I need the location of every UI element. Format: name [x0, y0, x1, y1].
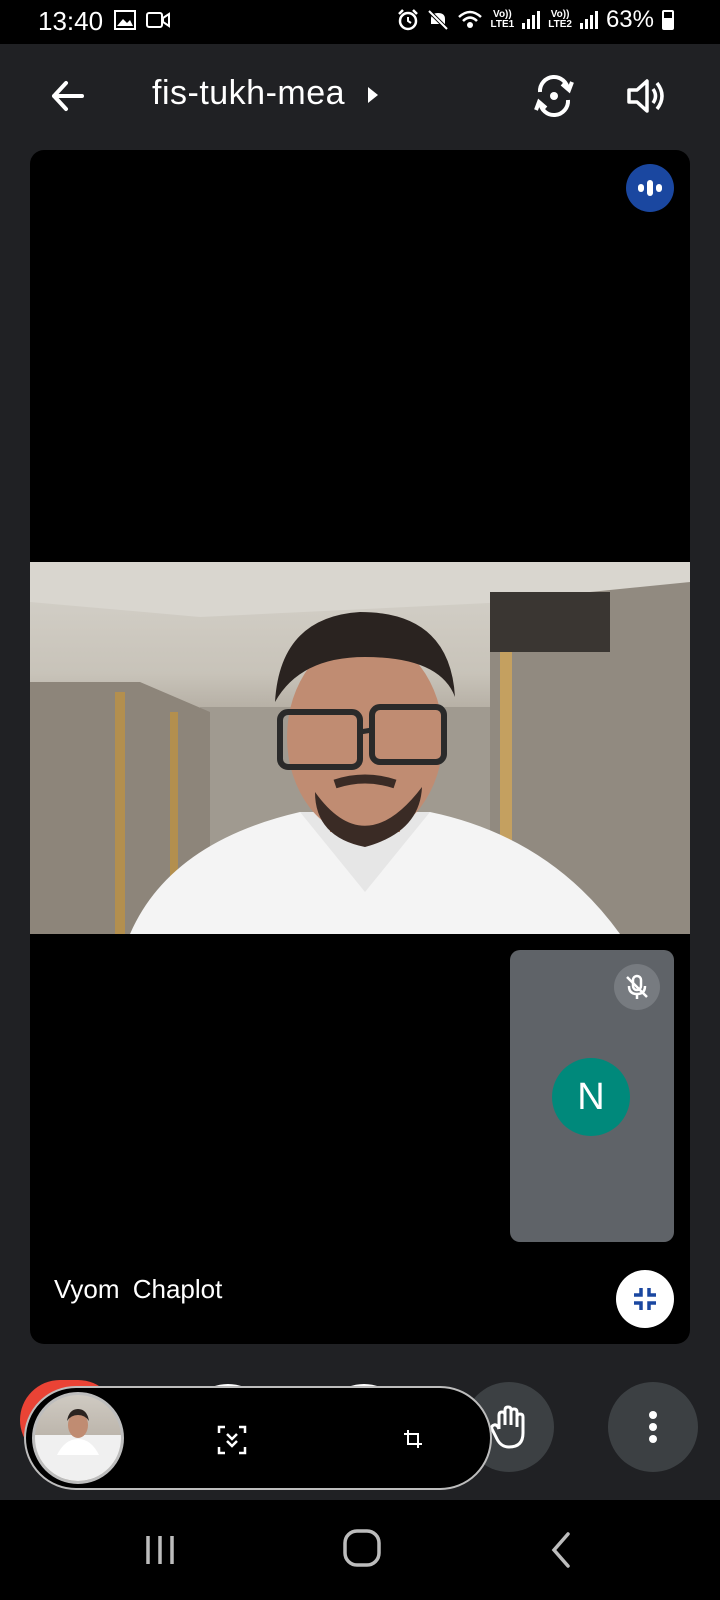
status-bar: 13:40 Vo)) LTE1 Vo)) LTE2 63%: [0, 0, 720, 44]
battery-icon: [662, 10, 674, 30]
sim2-label: Vo)) LTE2: [548, 9, 572, 30]
self-video-tile[interactable]: N: [510, 950, 674, 1242]
battery-percent: 63%: [605, 6, 654, 33]
meeting-code[interactable]: fis-tukh-mea: [152, 74, 345, 113]
sim1-label: Vo)) LTE1: [490, 9, 515, 30]
home-icon[interactable]: [340, 1526, 384, 1570]
signal-icon-2: [579, 11, 598, 29]
crop-icon[interactable]: [402, 1428, 424, 1450]
nav-back-icon[interactable]: [546, 1530, 576, 1570]
more-options-button[interactable]: [608, 1382, 698, 1472]
scroll-capture-icon[interactable]: [216, 1424, 248, 1456]
mic-off-icon: [614, 964, 660, 1010]
caret-right-icon[interactable]: [368, 87, 378, 103]
participant-video: [30, 562, 690, 934]
participant-name-label: Vyom Chaplot: [54, 1274, 223, 1304]
status-system-icons: Vo)) LTE1 Vo)) LTE2 63%: [397, 6, 674, 34]
speaker-icon[interactable]: [624, 74, 668, 118]
hand-icon: [490, 1405, 525, 1449]
audio-level-icon: [626, 164, 674, 212]
screenshot-thumbnail[interactable]: [32, 1392, 124, 1484]
signal-icon-1: [522, 11, 541, 29]
screenshot-toolbar[interactable]: [24, 1386, 492, 1490]
wifi-icon: [457, 10, 482, 28]
more-vert-icon: [649, 1411, 657, 1443]
call-header: fis-tukh-mea: [0, 44, 720, 148]
system-nav-bar: [0, 1500, 720, 1600]
mute-icon: [427, 9, 448, 31]
back-arrow-icon[interactable]: [48, 76, 88, 116]
collapse-icon[interactable]: [616, 1270, 674, 1328]
switch-camera-icon[interactable]: [532, 74, 576, 118]
main-video-stage[interactable]: N Vyom Chaplot: [30, 150, 690, 1344]
video-camera-icon: [146, 12, 170, 28]
status-time: 13:40: [38, 6, 104, 36]
recent-apps-icon[interactable]: [142, 1530, 178, 1570]
avatar: N: [552, 1058, 630, 1136]
alarm-icon: [397, 9, 418, 31]
status-notification-icons: [114, 10, 170, 30]
video-frame-illustration: [30, 562, 690, 934]
gallery-icon: [114, 10, 136, 30]
